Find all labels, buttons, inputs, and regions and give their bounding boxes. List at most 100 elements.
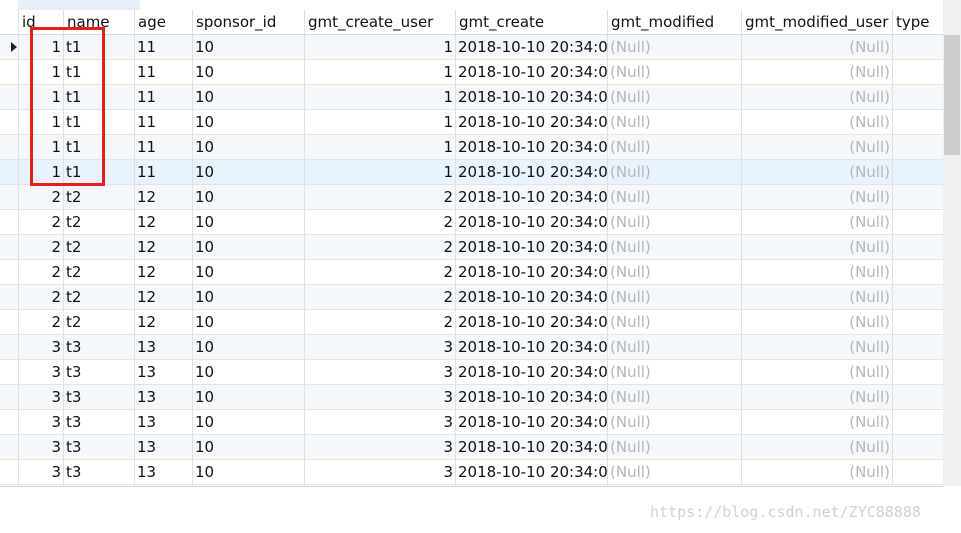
row-header[interactable] (0, 35, 19, 60)
row-header[interactable] (0, 335, 19, 360)
cell-gmt-modified-user[interactable]: (Null) (742, 385, 893, 410)
table-row[interactable]: 2 t2 12 10 2 2018-10-10 20:34:03 (Null) (Null) (0, 210, 943, 235)
table-row[interactable]: 2 t2 12 10 2 2018-10-10 20:34:03 (Null) (Null) (0, 285, 943, 310)
cell-gmt-modified[interactable]: (Null) (608, 410, 742, 435)
cell-name[interactable]: t1 (64, 160, 135, 185)
table-row[interactable]: 3 t3 13 10 3 2018-10-10 20:34:03 (Null) (Null) (0, 435, 943, 460)
cell-gmt-modified-user[interactable]: (Null) (742, 210, 893, 235)
cell-name[interactable]: t1 (64, 85, 135, 110)
cell-gmt-modified[interactable]: (Null) (608, 385, 742, 410)
table-row[interactable]: 3 t3 13 10 3 2018-10-10 20:34:03 (Null) (Null) (0, 360, 943, 385)
cell-id[interactable]: 2 (19, 260, 64, 285)
cell-type[interactable] (893, 110, 943, 135)
row-header[interactable] (0, 310, 19, 335)
cell-gmt-modified-user[interactable]: (Null) (742, 435, 893, 460)
cell-gmt-create-user[interactable]: 2 (305, 185, 456, 210)
row-header[interactable] (0, 210, 19, 235)
row-header[interactable] (0, 460, 19, 485)
row-header[interactable] (0, 185, 19, 210)
cell-sponsor-id[interactable]: 10 (193, 285, 305, 310)
cell-gmt-modified-user[interactable]: (Null) (742, 135, 893, 160)
cell-gmt-create-user[interactable]: 2 (305, 285, 456, 310)
cell-gmt-create[interactable]: 2018-10-10 20:34:03 (456, 110, 608, 135)
row-header[interactable] (0, 85, 19, 110)
cell-gmt-modified[interactable]: (Null) (608, 60, 742, 85)
cell-sponsor-id[interactable]: 10 (193, 185, 305, 210)
cell-gmt-modified[interactable]: (Null) (608, 110, 742, 135)
cell-gmt-modified-user[interactable]: (Null) (742, 35, 893, 60)
cell-name[interactable]: t1 (64, 110, 135, 135)
cell-gmt-modified[interactable]: (Null) (608, 360, 742, 385)
cell-gmt-create[interactable]: 2018-10-10 20:34:03 (456, 85, 608, 110)
cell-sponsor-id[interactable]: 10 (193, 310, 305, 335)
table-row[interactable]: 1 t1 11 10 1 2018-10-10 20:34:03 (Null) (Null) (0, 135, 943, 160)
table-row[interactable]: 3 t3 13 10 3 2018-10-10 20:34:03 (Null) (Null) (0, 410, 943, 435)
cell-gmt-create[interactable]: 2018-10-10 20:34:03 (456, 210, 608, 235)
cell-gmt-create-user[interactable]: 1 (305, 35, 456, 60)
cell-gmt-create[interactable]: 2018-10-10 20:34:03 (456, 235, 608, 260)
cell-age[interactable]: 13 (135, 360, 193, 385)
cell-gmt-modified-user[interactable]: (Null) (742, 335, 893, 360)
cell-age[interactable]: 13 (135, 435, 193, 460)
cell-age[interactable]: 12 (135, 285, 193, 310)
column-header-gmt-create-user[interactable]: gmt_create_user (305, 10, 456, 35)
row-header[interactable] (0, 385, 19, 410)
cell-sponsor-id[interactable]: 10 (193, 35, 305, 60)
row-header[interactable] (0, 260, 19, 285)
cell-age[interactable]: 12 (135, 185, 193, 210)
cell-age[interactable]: 11 (135, 110, 193, 135)
cell-gmt-create-user[interactable]: 1 (305, 60, 456, 85)
cell-sponsor-id[interactable]: 10 (193, 235, 305, 260)
cell-name[interactable]: t2 (64, 235, 135, 260)
column-header-gmt-create[interactable]: gmt_create (456, 10, 608, 35)
cell-gmt-modified[interactable]: (Null) (608, 460, 742, 485)
table-row[interactable]: 2 t2 12 10 2 2018-10-10 20:34:03 (Null) (Null) (0, 185, 943, 210)
cell-sponsor-id[interactable]: 10 (193, 85, 305, 110)
cell-age[interactable]: 12 (135, 310, 193, 335)
cell-gmt-create-user[interactable]: 3 (305, 335, 456, 360)
cell-id[interactable]: 1 (19, 35, 64, 60)
table-row[interactable]: 3 t3 13 10 3 2018-10-10 20:34:03 (Null) (Null) (0, 460, 943, 485)
row-header[interactable] (0, 160, 19, 185)
cell-gmt-create[interactable]: 2018-10-10 20:34:03 (456, 260, 608, 285)
cell-gmt-create[interactable]: 2018-10-10 20:34:03 (456, 360, 608, 385)
cell-age[interactable]: 12 (135, 235, 193, 260)
cell-type[interactable] (893, 260, 943, 285)
cell-gmt-modified[interactable]: (Null) (608, 335, 742, 360)
cell-gmt-create-user[interactable]: 1 (305, 110, 456, 135)
cell-sponsor-id[interactable]: 10 (193, 260, 305, 285)
cell-gmt-modified-user[interactable]: (Null) (742, 85, 893, 110)
cell-gmt-create[interactable]: 2018-10-10 20:34:03 (456, 135, 608, 160)
cell-gmt-create[interactable]: 2018-10-10 20:34:03 (456, 335, 608, 360)
cell-age[interactable]: 11 (135, 60, 193, 85)
table-row[interactable]: 1 t1 11 10 1 2018-10-10 20:34:03 (Null) (Null) (0, 35, 943, 60)
cell-gmt-create-user[interactable]: 3 (305, 385, 456, 410)
cell-age[interactable]: 13 (135, 385, 193, 410)
cell-gmt-modified[interactable]: (Null) (608, 160, 742, 185)
cell-gmt-create-user[interactable]: 1 (305, 135, 456, 160)
cell-gmt-create-user[interactable]: 1 (305, 85, 456, 110)
row-header[interactable] (0, 410, 19, 435)
cell-name[interactable]: t3 (64, 435, 135, 460)
cell-gmt-modified[interactable]: (Null) (608, 210, 742, 235)
cell-type[interactable] (893, 60, 943, 85)
cell-type[interactable] (893, 235, 943, 260)
column-header-type[interactable]: type (893, 10, 943, 35)
cell-gmt-modified-user[interactable]: (Null) (742, 260, 893, 285)
cell-name[interactable]: t2 (64, 185, 135, 210)
cell-gmt-modified-user[interactable]: (Null) (742, 60, 893, 85)
cell-name[interactable]: t3 (64, 335, 135, 360)
cell-id[interactable]: 2 (19, 235, 64, 260)
cell-gmt-create[interactable]: 2018-10-10 20:34:03 (456, 385, 608, 410)
cell-gmt-create-user[interactable]: 2 (305, 260, 456, 285)
table-row[interactable]: 3 t3 13 10 3 2018-10-10 20:34:03 (Null) (Null) (0, 385, 943, 410)
table-row[interactable]: 2 t2 12 10 2 2018-10-10 20:34:03 (Null) (Null) (0, 310, 943, 335)
cell-gmt-modified-user[interactable]: (Null) (742, 410, 893, 435)
cell-id[interactable]: 1 (19, 85, 64, 110)
cell-type[interactable] (893, 185, 943, 210)
cell-type[interactable] (893, 410, 943, 435)
cell-gmt-modified-user[interactable]: (Null) (742, 460, 893, 485)
cell-gmt-create[interactable]: 2018-10-10 20:34:03 (456, 160, 608, 185)
cell-gmt-create[interactable]: 2018-10-10 20:34:03 (456, 435, 608, 460)
cell-gmt-create[interactable]: 2018-10-10 20:34:03 (456, 410, 608, 435)
